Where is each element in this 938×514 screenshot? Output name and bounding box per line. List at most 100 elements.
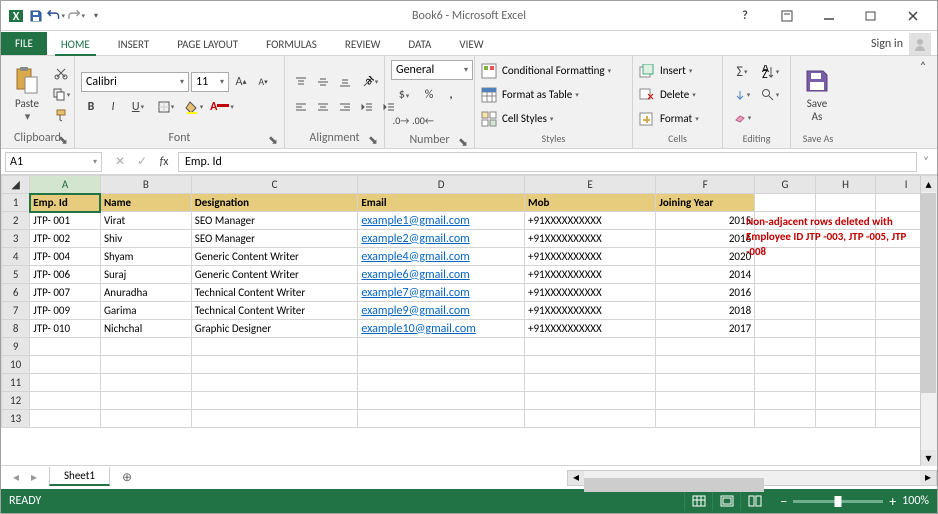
cell-B13[interactable] (100, 410, 191, 428)
underline-icon[interactable]: U▾ (125, 97, 151, 117)
col-header-F[interactable]: F (656, 176, 755, 194)
clipboard-launcher-icon[interactable]: ⬊ (58, 135, 68, 145)
cell-F5[interactable]: 2014 (656, 266, 755, 284)
cell-C12[interactable] (191, 392, 358, 410)
spreadsheet-grid[interactable]: ◢ABCDEFGHI1Emp. IdNameDesignationEmailMo… (1, 175, 937, 465)
col-header-G[interactable]: G (755, 176, 816, 194)
cut-icon[interactable] (51, 63, 71, 83)
undo-icon[interactable]: ▾ (47, 7, 65, 25)
sheet-tab-sheet1[interactable]: Sheet1 (49, 467, 110, 486)
cell-H9[interactable] (815, 338, 876, 356)
collapse-ribbon-icon[interactable]: ˄ (913, 57, 933, 77)
cell-E8[interactable]: +91XXXXXXXXXX (524, 320, 655, 338)
cell-F11[interactable] (656, 374, 755, 392)
tab-insert[interactable]: INSERT (104, 34, 164, 55)
italic-icon[interactable]: I (103, 97, 123, 117)
comma-format-icon[interactable]: , (441, 85, 461, 105)
cell-B5[interactable]: Suraj (100, 266, 191, 284)
cell-H5[interactable] (815, 266, 876, 284)
align-center-icon[interactable] (313, 97, 333, 117)
cell-F7[interactable]: 2018 (656, 302, 755, 320)
increase-decimal-icon[interactable]: .0→ (391, 110, 411, 130)
borders-icon[interactable]: ▾ (153, 97, 179, 117)
cell-D2[interactable]: example1@gmail.com (358, 212, 525, 230)
cell-F6[interactable]: 2016 (656, 284, 755, 302)
align-middle-icon[interactable] (313, 72, 333, 92)
cell-D10[interactable] (358, 356, 525, 374)
align-left-icon[interactable] (291, 97, 311, 117)
sign-in[interactable]: Sign in (871, 33, 937, 55)
conditional-formatting-button[interactable]: Conditional Formatting▾ (481, 60, 611, 82)
cell-A6[interactable]: JTP- 007 (30, 284, 101, 302)
excel-icon[interactable]: X (7, 7, 25, 25)
row-header-2[interactable]: 2 (2, 212, 30, 230)
col-header-A[interactable]: A (30, 176, 101, 194)
col-header-H[interactable]: H (815, 176, 876, 194)
tab-pagelayout[interactable]: PAGE LAYOUT (163, 34, 252, 55)
cell-E6[interactable]: +91XXXXXXXXXX (524, 284, 655, 302)
cell-D7[interactable]: example9@gmail.com (358, 302, 525, 320)
scroll-down-icon[interactable]: ▾ (921, 450, 936, 466)
tab-view[interactable]: VIEW (445, 34, 497, 55)
close-icon[interactable] (899, 6, 927, 26)
cell-A4[interactable]: JTP- 004 (30, 248, 101, 266)
fill-icon[interactable]: ▾ (729, 85, 755, 105)
cell-D12[interactable] (358, 392, 525, 410)
cell-A12[interactable] (30, 392, 101, 410)
cell-H13[interactable] (815, 410, 876, 428)
page-layout-view-icon[interactable] (712, 491, 740, 511)
row-header-1[interactable]: 1 (2, 194, 30, 212)
cell-styles-button[interactable]: Cell Styles▾ (481, 108, 611, 130)
cell-F3[interactable]: 2016 (656, 230, 755, 248)
font-color-icon[interactable]: A▾ (209, 97, 235, 117)
cell-C4[interactable]: Generic Content Writer (191, 248, 358, 266)
vertical-scroll-thumb[interactable] (921, 193, 936, 393)
cell-B7[interactable]: Garima (100, 302, 191, 320)
align-right-icon[interactable] (335, 97, 355, 117)
number-format-combo[interactable]: General▾ (391, 60, 473, 80)
cell-F10[interactable] (656, 356, 755, 374)
alignment-launcher-icon[interactable]: ⬊ (368, 135, 378, 145)
horizontal-scroll-thumb[interactable] (584, 478, 764, 492)
zoom-slider[interactable] (793, 500, 883, 503)
cell-G5[interactable] (755, 266, 816, 284)
cell-A3[interactable]: JTP- 002 (30, 230, 101, 248)
cell-H8[interactable] (815, 320, 876, 338)
percent-format-icon[interactable]: % (419, 85, 439, 105)
expand-formula-bar-icon[interactable]: ˅ (919, 155, 933, 169)
format-painter-icon[interactable] (51, 105, 71, 125)
cell-G1[interactable] (755, 194, 816, 212)
cell-A2[interactable]: JTP- 001 (30, 212, 101, 230)
cell-E10[interactable] (524, 356, 655, 374)
cell-G12[interactable] (755, 392, 816, 410)
row-header-4[interactable]: 4 (2, 248, 30, 266)
cell-C2[interactable]: SEO Manager (191, 212, 358, 230)
cell-B2[interactable]: Virat (100, 212, 191, 230)
cell-F4[interactable]: 2020 (656, 248, 755, 266)
font-size-combo[interactable]: 11▾ (191, 72, 229, 92)
redo-icon[interactable]: ▾ (67, 7, 85, 25)
decrease-decimal-icon[interactable]: .00← (413, 110, 433, 130)
number-launcher-icon[interactable]: ⬊ (458, 137, 468, 147)
decrease-font-icon[interactable]: A▾ (253, 72, 273, 92)
cell-B1[interactable]: Name (100, 194, 191, 212)
cell-D6[interactable]: example7@gmail.com (358, 284, 525, 302)
cell-F13[interactable] (656, 410, 755, 428)
cell-G11[interactable] (755, 374, 816, 392)
row-header-8[interactable]: 8 (2, 320, 30, 338)
cell-B12[interactable] (100, 392, 191, 410)
new-sheet-icon[interactable]: ⊕ (116, 467, 138, 489)
cell-G7[interactable] (755, 302, 816, 320)
cell-C6[interactable]: Technical Content Writer (191, 284, 358, 302)
tab-data[interactable]: DATA (394, 34, 445, 55)
maximize-icon[interactable] (857, 6, 885, 26)
save-icon[interactable] (27, 7, 45, 25)
cell-E12[interactable] (524, 392, 655, 410)
font-launcher-icon[interactable]: ⬊ (268, 135, 278, 145)
cell-F2[interactable]: 2015 (656, 212, 755, 230)
qat-customize-icon[interactable]: ▾ (87, 7, 105, 25)
row-header-13[interactable]: 13 (2, 410, 30, 428)
find-select-icon[interactable]: ▾ (757, 85, 783, 105)
cell-C1[interactable]: Designation (191, 194, 358, 212)
insert-cells-button[interactable]: Insert▾ (639, 60, 699, 82)
